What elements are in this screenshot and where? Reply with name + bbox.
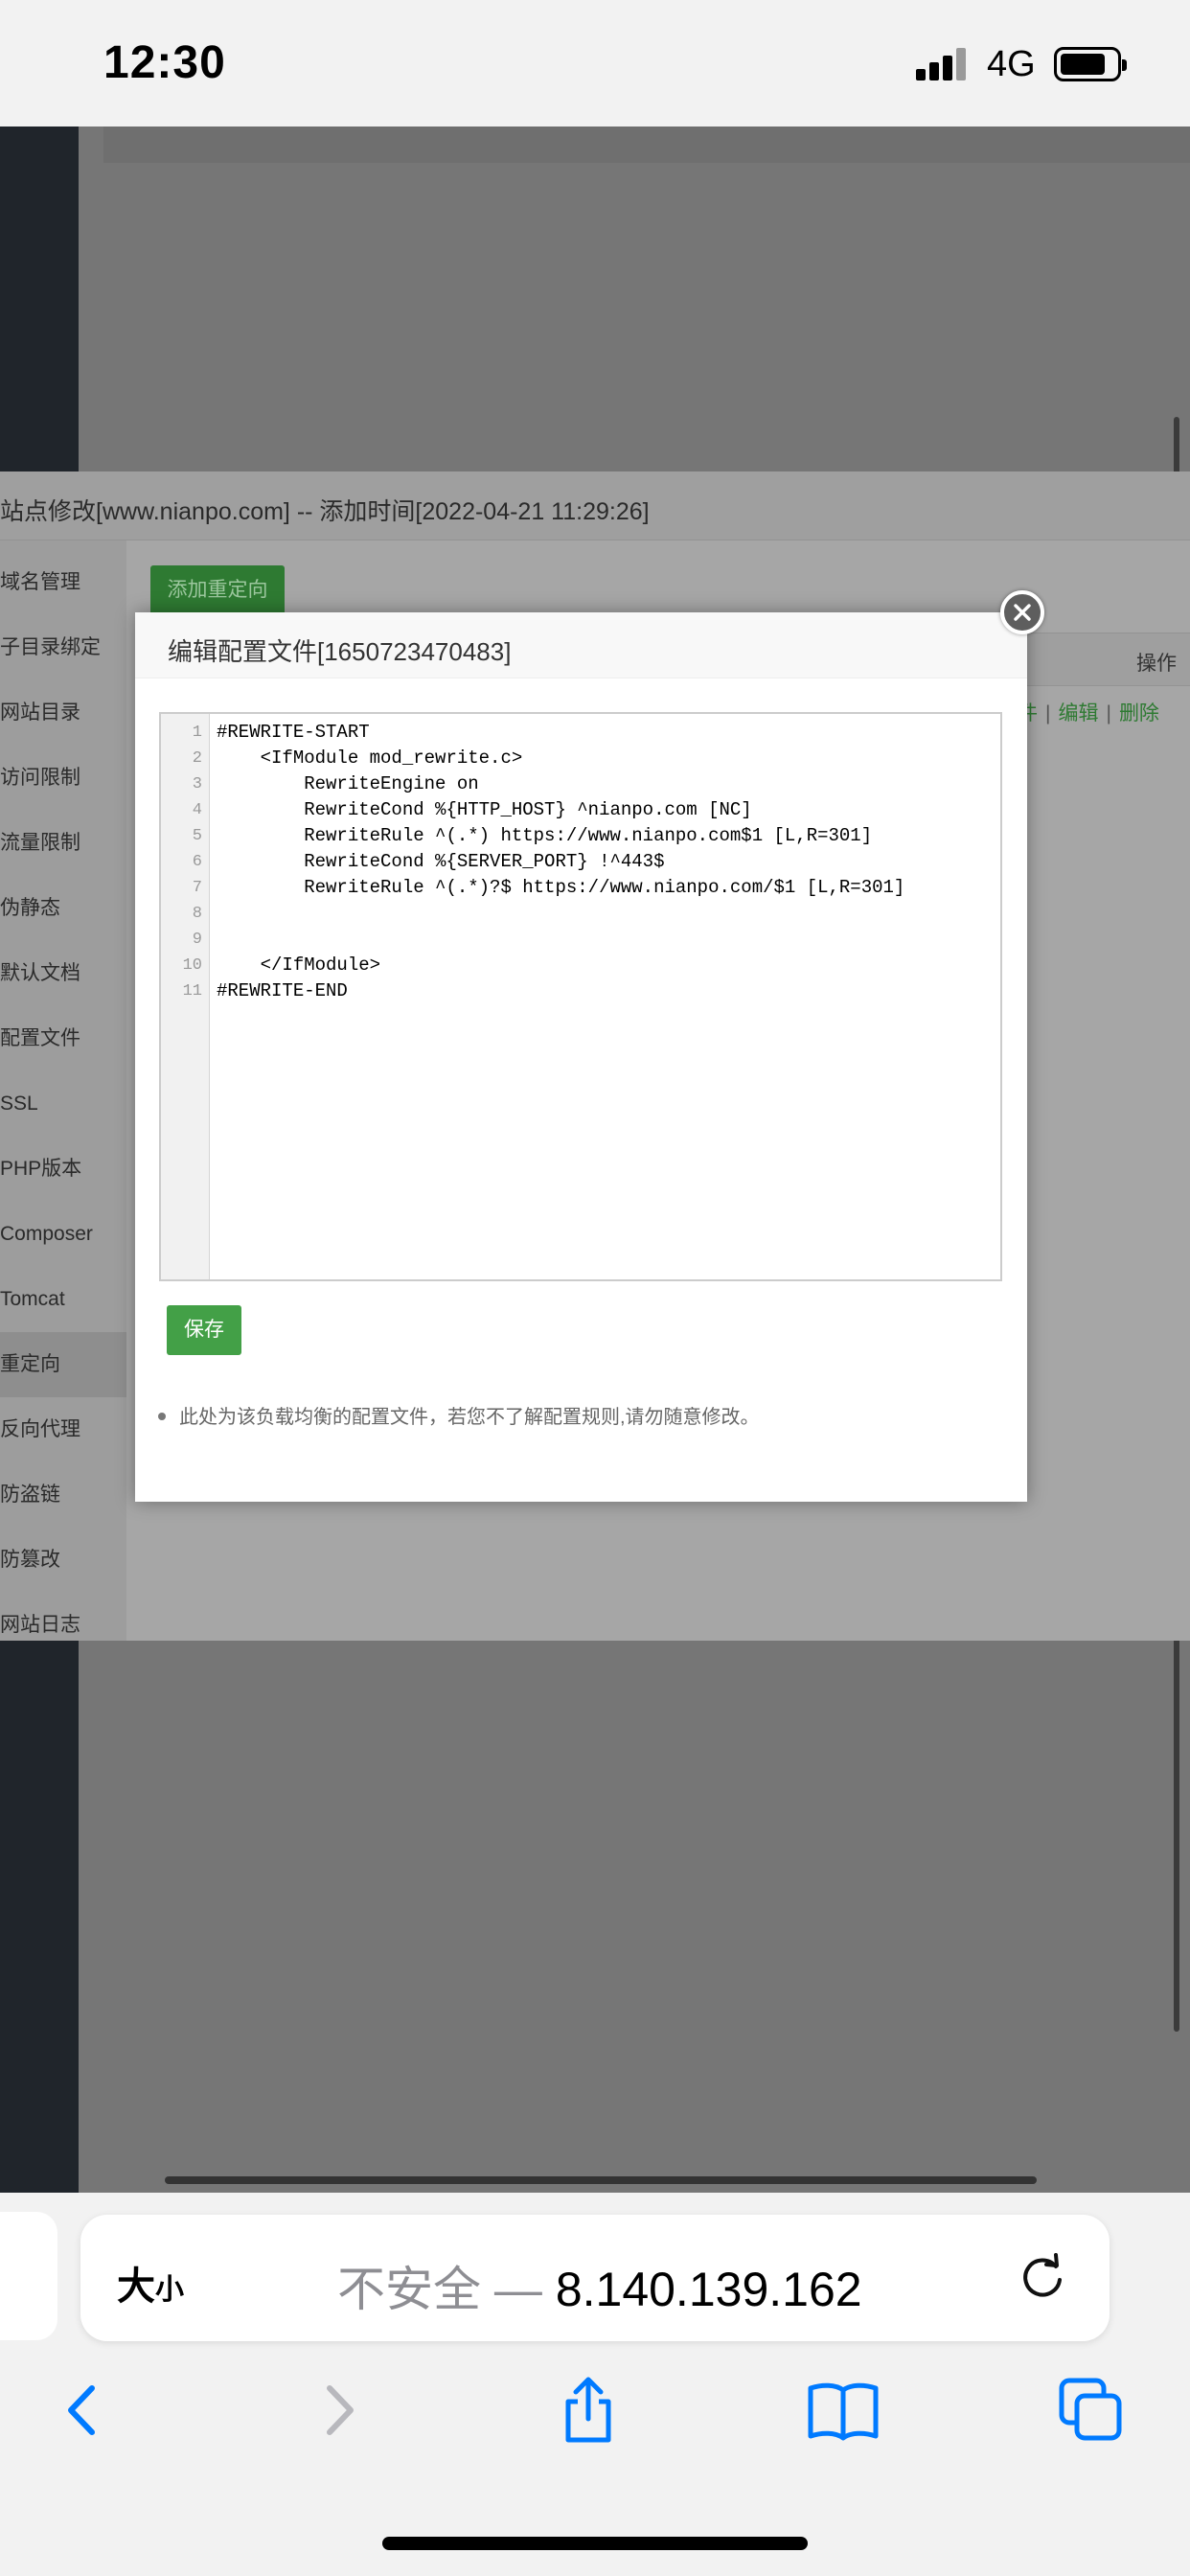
nav-item-php-version[interactable]: PHP版本	[0, 1137, 126, 1202]
line-number: 8	[192, 905, 202, 923]
nav-item-site-logs[interactable]: 网站日志	[0, 1593, 126, 1658]
line-number: 9	[192, 931, 202, 949]
nav-item-ssl[interactable]: SSL	[0, 1071, 126, 1137]
code-line: RewriteRule ^(.*)?$ https://www.nianpo.c…	[217, 877, 905, 898]
tip-text: 此处为该负载均衡的配置文件，若您不了解配置规则,请勿随意修改。	[179, 1407, 760, 1428]
redirect-row-actions: 件 | 编辑 | 删除	[1018, 702, 1159, 724]
text-size-button[interactable]: 大小	[117, 2255, 184, 2311]
row-action-delete[interactable]: 删除	[1119, 702, 1159, 724]
code-line: RewriteCond %{SERVER_PORT} !^443$	[217, 851, 665, 872]
nav-item-access-limit[interactable]: 访问限制	[0, 746, 126, 811]
cellular-signal-icon	[916, 48, 968, 80]
nav-item-reverse-proxy[interactable]: 反向代理	[0, 1397, 126, 1462]
config-warning-tip: 此处为该负载均衡的配置文件，若您不了解配置规则,请勿随意修改。	[158, 1401, 760, 1429]
code-line: </IfModule>	[217, 954, 381, 976]
address-url: 8.140.139.162	[555, 2263, 862, 2316]
code-line: RewriteRule ^(.*) https://www.nianpo.com…	[217, 825, 873, 846]
safari-toolbar	[0, 2367, 1190, 2463]
nav-item-site-directory[interactable]: 网站目录	[0, 680, 126, 746]
network-type: 4G	[987, 44, 1036, 84]
redirect-table-header: 操作	[1025, 632, 1190, 686]
share-icon[interactable]	[545, 2367, 631, 2453]
nav-item-traffic-limit[interactable]: 流量限制	[0, 811, 126, 876]
line-number: 10	[182, 956, 202, 975]
nav-item-subdir-binding[interactable]: 子目录绑定	[0, 615, 126, 680]
site-edit-header: 站点修改[www.nianpo.com] -- 添加时间[2022-04-21 …	[0, 472, 1190, 540]
line-number: 1	[192, 724, 202, 742]
page-header-strip	[103, 126, 1190, 163]
row-action-edit[interactable]: 编辑	[1058, 702, 1098, 724]
line-number: 4	[192, 801, 202, 819]
page-horizontal-scrollbar[interactable]	[165, 2176, 1037, 2184]
nav-item-config-file[interactable]: 配置文件	[0, 1006, 126, 1071]
editor-gutter: 1 2 3 4 5 6 7 8 9 10 11	[161, 714, 210, 1279]
line-number: 7	[192, 879, 202, 897]
reload-icon[interactable]	[1018, 2253, 1067, 2308]
status-bar: 12:30 4G	[0, 0, 1190, 126]
status-time: 12:30	[103, 37, 226, 88]
nav-item-tomcat[interactable]: Tomcat	[0, 1267, 126, 1332]
modal-header: 编辑配置文件[1650723470483]	[135, 612, 1027, 678]
code-line: RewriteEngine on	[217, 773, 479, 794]
nav-item-default-doc[interactable]: 默认文档	[0, 941, 126, 1006]
chevron-left-icon[interactable]	[40, 2367, 126, 2453]
address-text[interactable]: 不安全 — 8.140.139.162	[337, 2251, 862, 2320]
nav-item-tamper-protect[interactable]: 防篡改	[0, 1528, 126, 1593]
config-code-editor[interactable]: 1 2 3 4 5 6 7 8 9 10 11 #REWRITE-START <…	[159, 712, 1002, 1281]
home-indicator	[382, 2537, 808, 2550]
code-line: #REWRITE-END	[217, 980, 348, 1001]
code-line: <IfModule mod_rewrite.c>	[217, 748, 523, 769]
chevron-right-icon[interactable]	[295, 2367, 381, 2453]
line-number: 5	[192, 827, 202, 845]
code-line: RewriteCond %{HTTP_HOST} ^nianpo.com [NC…	[217, 799, 752, 820]
column-operation: 操作	[1136, 653, 1177, 675]
tabs-icon[interactable]	[1048, 2367, 1134, 2453]
code-line: #REWRITE-START	[217, 722, 370, 743]
line-number: 11	[182, 982, 202, 1000]
nav-item-redirect[interactable]: 重定向	[0, 1332, 126, 1397]
text-size-large: 大	[117, 2266, 155, 2308]
site-edit-title: 站点修改[www.nianpo.com] -- 添加时间[2022-04-21 …	[0, 498, 650, 525]
close-icon[interactable]	[1000, 590, 1044, 634]
text-size-small: 小	[155, 2274, 184, 2306]
line-number: 6	[192, 853, 202, 871]
nav-item-pseudo-static[interactable]: 伪静态	[0, 876, 126, 941]
nav-item-hotlink-protect[interactable]: 防盗链	[0, 1462, 126, 1528]
bullet-icon	[158, 1412, 166, 1420]
nav-item-domains[interactable]: 域名管理	[0, 550, 126, 615]
modal-title: 编辑配置文件[1650723470483]	[168, 637, 512, 666]
site-settings-nav: 域名管理 子目录绑定 网站目录 访问限制 流量限制 伪静态 默认文档 配置文件 …	[0, 540, 126, 1641]
edit-config-modal: 编辑配置文件[1650723470483] 1 2 3 4 5 6 7 8 9 …	[135, 612, 1027, 1502]
book-icon[interactable]	[797, 2367, 883, 2453]
add-redirect-button[interactable]: 添加重定向	[150, 565, 285, 615]
insecure-label: 不安全 —	[337, 2263, 542, 2316]
save-button[interactable]: 保存	[167, 1305, 241, 1355]
battery-icon	[1054, 47, 1127, 81]
nav-item-composer[interactable]: Composer	[0, 1202, 126, 1267]
line-number: 3	[192, 775, 202, 794]
previous-tab-peek[interactable]	[0, 2212, 57, 2340]
line-number: 2	[192, 749, 202, 768]
address-bar[interactable]: 大小 不安全 — 8.140.139.162	[80, 2215, 1110, 2341]
